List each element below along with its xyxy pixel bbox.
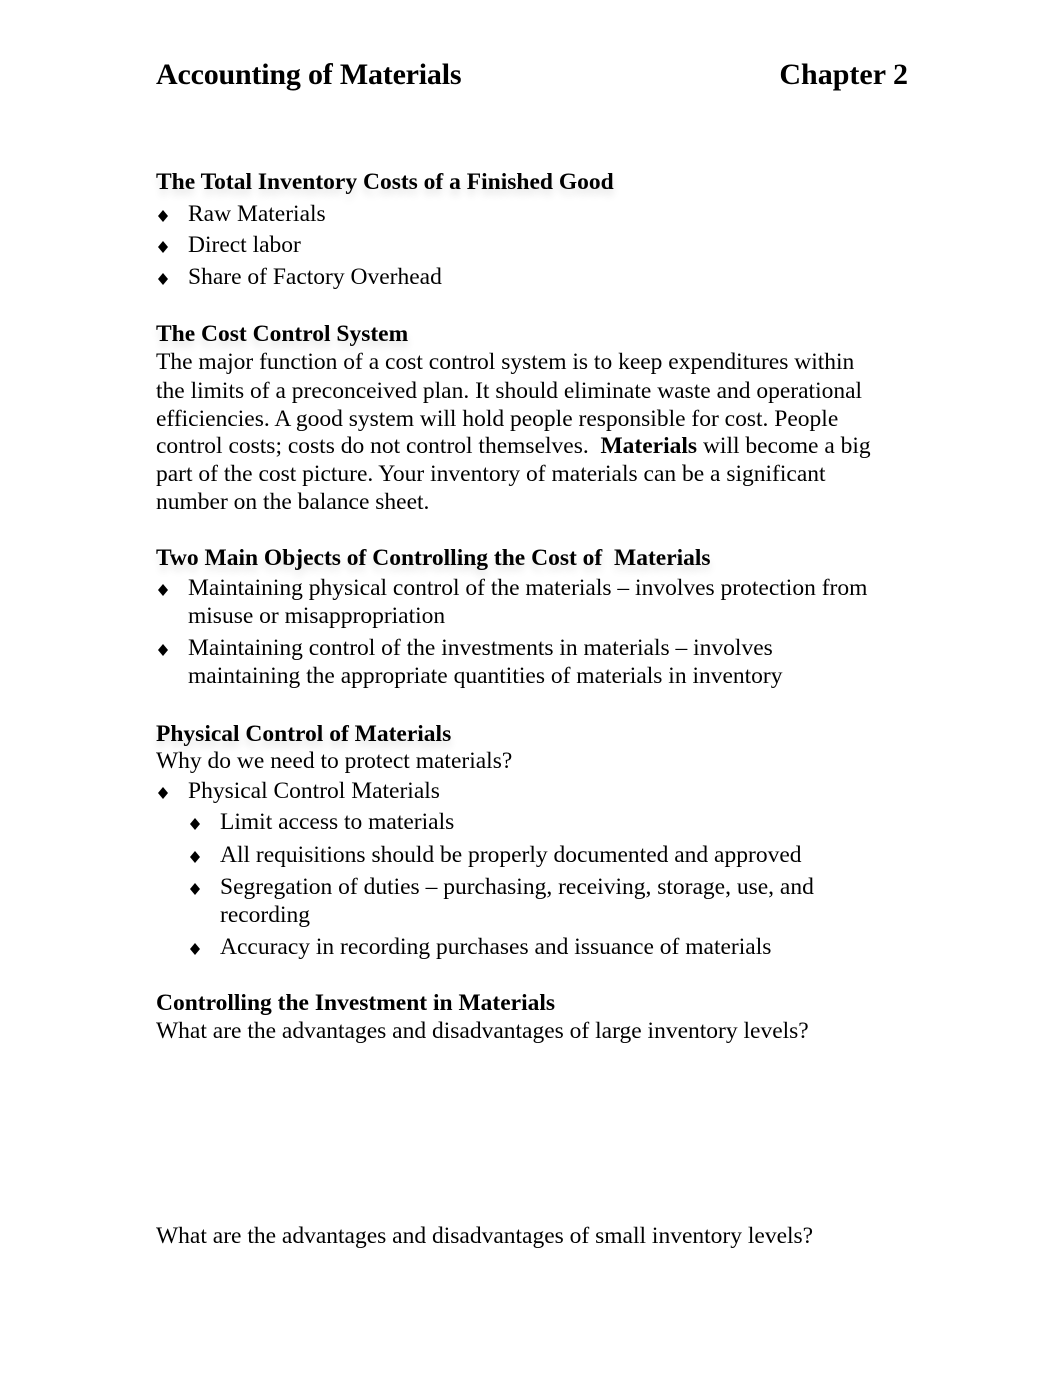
diamond-bullet-icon	[158, 644, 168, 656]
list-item-text: All requisitions should be properly docu…	[220, 842, 802, 868]
list-item-line: maintaining the appropriate quantities o…	[188, 663, 783, 689]
section-heading-investment: Controlling the Investment in Materials	[156, 989, 555, 1017]
section-heading-text: The Cost Control System	[156, 321, 409, 347]
bold-term: Materials	[600, 433, 698, 459]
list-item-text: Raw Materials	[188, 201, 326, 227]
list-item-text: Limit access to materials	[220, 809, 455, 835]
diamond-bullet-icon	[158, 787, 168, 799]
paragraph-line: control costs; costs do not control them…	[156, 432, 901, 460]
diamond-bullet-icon	[190, 851, 200, 863]
diamond-bullet-icon	[190, 818, 200, 830]
section-heading-text: Two Main Objects of Controlling the Cost…	[156, 545, 711, 571]
section-heading-physical-control: Physical Control of Materials	[156, 720, 451, 748]
diamond-bullet-icon	[190, 883, 200, 895]
paragraph-text: will become a big	[697, 433, 871, 459]
chapter-label: Chapter 2	[779, 58, 908, 91]
list-item-line: recording	[220, 902, 311, 928]
diamond-bullet-icon	[158, 584, 168, 596]
diamond-bullet-icon	[158, 210, 168, 222]
paragraph-line: part of the cost picture. Your inventory…	[156, 461, 826, 487]
question-text: Why do we need to protect materials?	[156, 748, 513, 774]
paragraph-line: number on the balance sheet.	[156, 489, 430, 515]
diamond-bullet-icon	[158, 273, 168, 285]
list-item-line: Segregation of duties – purchasing, rece…	[220, 874, 814, 900]
list-item-text: Share of Factory Overhead	[188, 264, 442, 290]
list-item-text: Maintaining physical control of the mate…	[188, 574, 903, 630]
question-large-inventory: What are the advantages and disadvantage…	[156, 1018, 809, 1044]
list-item-text: Accuracy in recording purchases and issu…	[220, 934, 772, 960]
paragraph-line: the limits of a preconceived plan. It sh…	[156, 378, 863, 404]
section-heading-text: Controlling the Investment in Materials	[156, 990, 556, 1016]
diamond-bullet-icon	[190, 943, 200, 955]
page-header: Accounting of Materials Chapter 2	[156, 58, 908, 98]
question-small-inventory: What are the advantages and disadvantage…	[156, 1223, 814, 1249]
paragraph-line: efficiencies. A good system will hold pe…	[156, 406, 839, 432]
paragraph-line: The major function of a cost control sys…	[156, 349, 855, 375]
section-heading-text: The Total Inventory Costs of a Finished …	[156, 169, 614, 195]
list-item-text: Segregation of duties – purchasing, rece…	[220, 873, 900, 929]
list-item-text: Physical Control Materials	[188, 778, 440, 804]
list-item-text: Direct labor	[188, 232, 301, 258]
document-title: Accounting of Materials	[156, 58, 462, 91]
paragraph-text: control costs; costs do not control them…	[156, 433, 601, 459]
section-heading-cost-control: The Cost Control System	[156, 320, 408, 348]
list-item-line: Maintaining control of the investments i…	[188, 635, 773, 661]
list-item-text: Maintaining control of the investments i…	[188, 634, 903, 690]
section-heading-two-objects: Two Main Objects of Controlling the Cost…	[156, 544, 711, 572]
diamond-bullet-icon	[158, 241, 168, 253]
section-heading-text: Physical Control of Materials	[156, 721, 452, 747]
list-item-line: Maintaining physical control of the mate…	[188, 575, 868, 601]
list-item-line: misuse or misappropriation	[188, 603, 446, 629]
section-heading-total-inventory: The Total Inventory Costs of a Finished …	[156, 168, 614, 196]
